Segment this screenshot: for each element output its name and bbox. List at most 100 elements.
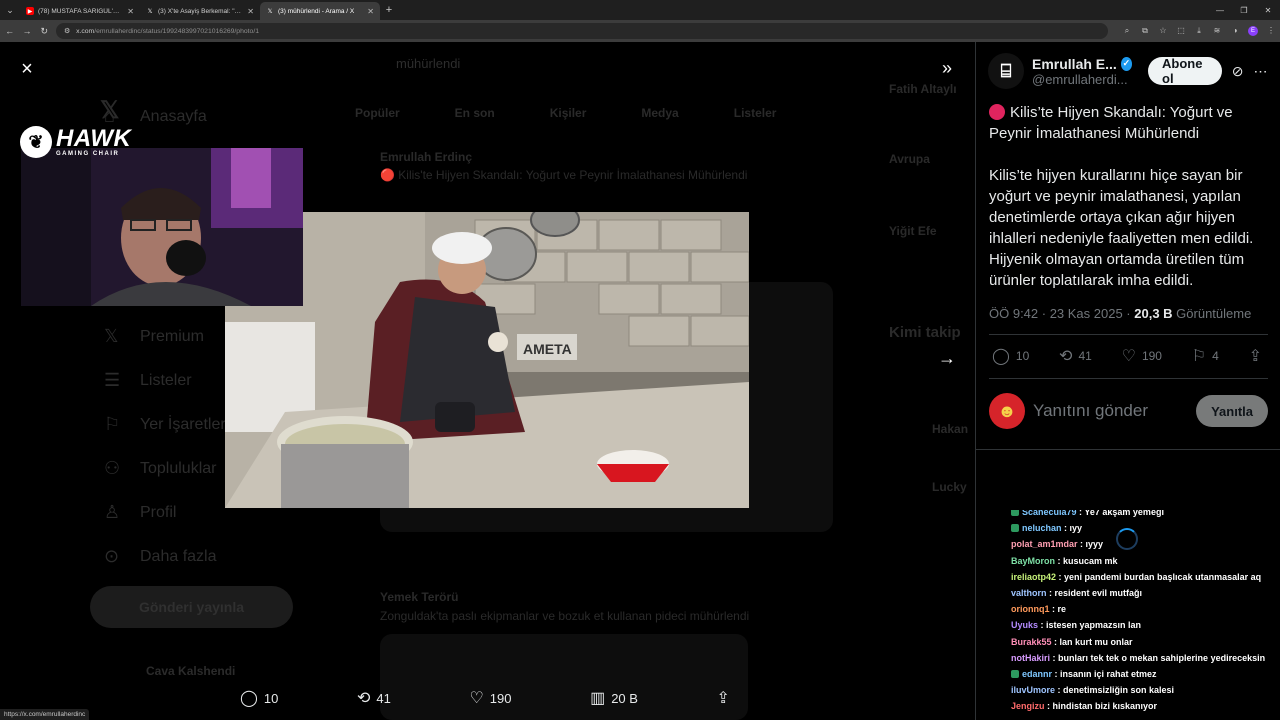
chat-username[interactable]: BayMoron [1011, 556, 1055, 566]
chat-text: : denetimsizliğin son kalesi [1055, 685, 1175, 696]
profile-extension-icon[interactable]: ◑ [1230, 26, 1240, 36]
streamer-webcam [21, 148, 303, 306]
forward-icon[interactable]: → [21, 26, 32, 36]
minimize-icon[interactable]: — [1208, 6, 1232, 15]
tab-close-icon[interactable]: ✕ [247, 7, 254, 16]
next-image-icon[interactable]: → [934, 348, 960, 372]
bg-tab: Kişiler [549, 106, 587, 120]
bookmark-button[interactable]: ⚐ 4 [1192, 346, 1219, 366]
bg-tab: Popüler [355, 106, 400, 120]
tweet-meta: ÖÖ 9:42 · 23 Kas 2025 · 20,3 B Görüntüle… [989, 306, 1251, 321]
bg-tab: Medya [641, 106, 679, 120]
views-chart-icon: ▥ [590, 690, 606, 707]
bg-right-item: Kimi takip [889, 324, 961, 341]
author-avatar[interactable]: ⌸ [988, 53, 1024, 89]
new-tab-button[interactable]: + [380, 4, 398, 16]
lightbox-views-button[interactable]: ▥ 20 B [590, 688, 638, 708]
hawk-brand-sub: GAMING CHAIR [56, 151, 120, 157]
nav-label: Anasayfa [140, 107, 207, 125]
close-window-icon[interactable]: ✕ [1256, 6, 1280, 15]
tab-search-chevron-icon[interactable]: ⌄ [0, 0, 20, 20]
reply-count: 10 [1015, 349, 1030, 363]
repost-count: 41 [1078, 349, 1092, 363]
tab-close-icon[interactable]: ✕ [127, 7, 134, 16]
browser-tab-3[interactable]: 𝕏 (3) mühürlendi - Arama / X ✕ [260, 2, 380, 20]
reply-button[interactable]: ◯ 10 [992, 346, 1029, 366]
browser-tab-1[interactable]: ▶ (78) MUSTAFA SARIGÜL'ÜN EV ✕ [20, 2, 140, 20]
lightbox-like-button[interactable]: ♡ 190 [469, 688, 511, 708]
site-info-icon[interactable]: ⚙ [64, 27, 70, 35]
reload-icon[interactable]: ↻ [39, 26, 50, 37]
cast-icon[interactable]: ⧉ [1140, 26, 1150, 36]
chat-username[interactable]: ireliaotp42 [1011, 572, 1056, 582]
profile-icon: ♙ [104, 502, 121, 522]
follow-button[interactable]: Abone ol [1148, 56, 1223, 86]
chat-username[interactable]: Jengizu [1011, 701, 1045, 711]
share-button[interactable]: ⇪ [1249, 346, 1262, 366]
author-names[interactable]: Emrullah E... ✓ @emrullaherdi... [1032, 56, 1132, 87]
tweet-time[interactable]: ÖÖ 9:42 · 23 Kas 2025 · [989, 306, 1134, 321]
bookmark-star-icon[interactable]: ☆ [1158, 26, 1168, 36]
bg-search-text: mühürlendi [396, 56, 461, 71]
bg-tabs: Popüler En son Kişiler Medya Listeler [355, 106, 776, 120]
user-avatar[interactable]: ☻ [989, 393, 1025, 429]
chat-username[interactable]: Uyuks [1011, 620, 1038, 630]
hawk-brand-text: HAWK [56, 125, 132, 152]
chat-username[interactable]: Burakk55 [1011, 637, 1052, 647]
chat-message: Scanecula79 : Ye7 akşam yemeği [1011, 510, 1277, 520]
divider [989, 378, 1268, 379]
more-options-icon[interactable]: ⋯ [1253, 63, 1268, 80]
bookmark-count: 4 [1212, 349, 1219, 363]
chat-username[interactable]: polat_am1mdar [1011, 539, 1078, 549]
translate-icon[interactable]: ≋ [1212, 26, 1222, 36]
chat-username[interactable]: valthorn [1011, 588, 1047, 598]
extensions-icon[interactable]: ⬚ [1176, 26, 1186, 36]
chat-message: BayMoron : kusucam mk [1011, 553, 1277, 569]
reply-submit-button[interactable]: Yanıtla [1196, 395, 1268, 427]
chat-username[interactable]: neluchan [1022, 523, 1062, 533]
bg-tab: Listeler [733, 106, 777, 120]
tab-title: (78) MUSTAFA SARIGÜL'ÜN EV [38, 7, 124, 15]
close-icon[interactable]: × [16, 58, 38, 80]
chat-username[interactable]: notHakiri [1011, 653, 1050, 663]
chat-username[interactable]: Scanecula79 [1022, 510, 1077, 517]
chat-badge-icon [1011, 510, 1019, 516]
repost-button[interactable]: ⟲ 41 [1059, 346, 1092, 366]
browser-toolbar: ← → ↻ ⚙ x.com/emrullaherdinc/status/1992… [0, 20, 1280, 42]
bg-account-name: Cava Kalshendi [146, 664, 236, 678]
restore-icon[interactable]: ❐ [1232, 6, 1256, 15]
zoom-icon[interactable]: ⌕ [1122, 26, 1132, 36]
lightbox-share-button[interactable]: ⇪ [717, 688, 730, 708]
browser-tab-2[interactable]: 𝕏 (3) X'te Asayiş Berkemal: "Zong ✕ [140, 2, 260, 20]
chat-text: : hindistan bizi kıskanıyor [1044, 701, 1158, 712]
tab-close-icon[interactable]: ✕ [367, 7, 374, 16]
grok-icon[interactable]: ⊘ [1230, 63, 1245, 80]
download-icon[interactable]: ⤓ [1194, 26, 1204, 36]
x-icon: 𝕏 [267, 8, 273, 15]
bg-right-item: Fatih Altaylı [889, 82, 957, 96]
bg-right-item: Lucky [932, 480, 967, 494]
chat-username[interactable]: edannr [1022, 669, 1052, 679]
tweet-text: Kilis’te Hijyen Skandalı: Yoğurt ve Peyn… [989, 102, 1271, 312]
like-button[interactable]: ♡ 190 [1122, 346, 1162, 366]
address-bar[interactable]: ⚙ x.com/emrullaherdinc/status/1992483997… [55, 23, 1108, 39]
tab-title: (3) X'te Asayiş Berkemal: "Zong [158, 7, 244, 15]
expand-panel-icon[interactable]: » [934, 58, 960, 82]
tweet-actions: ◯ 10 ⟲ 41 ♡ 190 ⚐ 4 ⇪ [992, 346, 1262, 366]
chat-message: valthorn : resident evil mutfağı [1011, 585, 1277, 601]
tab-title: (3) mühürlendi - Arama / X [278, 7, 355, 15]
bg-tweet2-text: Zonguldak'ta paslı ekipmanlar ve bozuk e… [380, 609, 750, 623]
author-handle: @emrullaherdi... [1032, 71, 1128, 87]
chat-username[interactable]: orionnq1 [1011, 604, 1050, 614]
back-icon[interactable]: ← [4, 26, 15, 36]
chat-text: : lan kurt mu onlar [1051, 636, 1133, 647]
bg-right-item: Hakan [932, 422, 969, 436]
reply-input[interactable]: Yanıtını gönder [1033, 401, 1188, 421]
browser-menu-icon[interactable]: ⋮ [1266, 26, 1276, 36]
lightbox-repost-button[interactable]: ⟲ 41 [357, 688, 391, 708]
nav-label: Profil [140, 503, 177, 521]
profile-avatar[interactable]: E [1247, 26, 1258, 36]
chat-username[interactable]: iluvUmore [1011, 685, 1055, 695]
chat-message: Burakk55 : lan kurt mu onlar [1011, 634, 1277, 650]
lightbox-reply-button[interactable]: ◯ 10 [240, 688, 278, 708]
